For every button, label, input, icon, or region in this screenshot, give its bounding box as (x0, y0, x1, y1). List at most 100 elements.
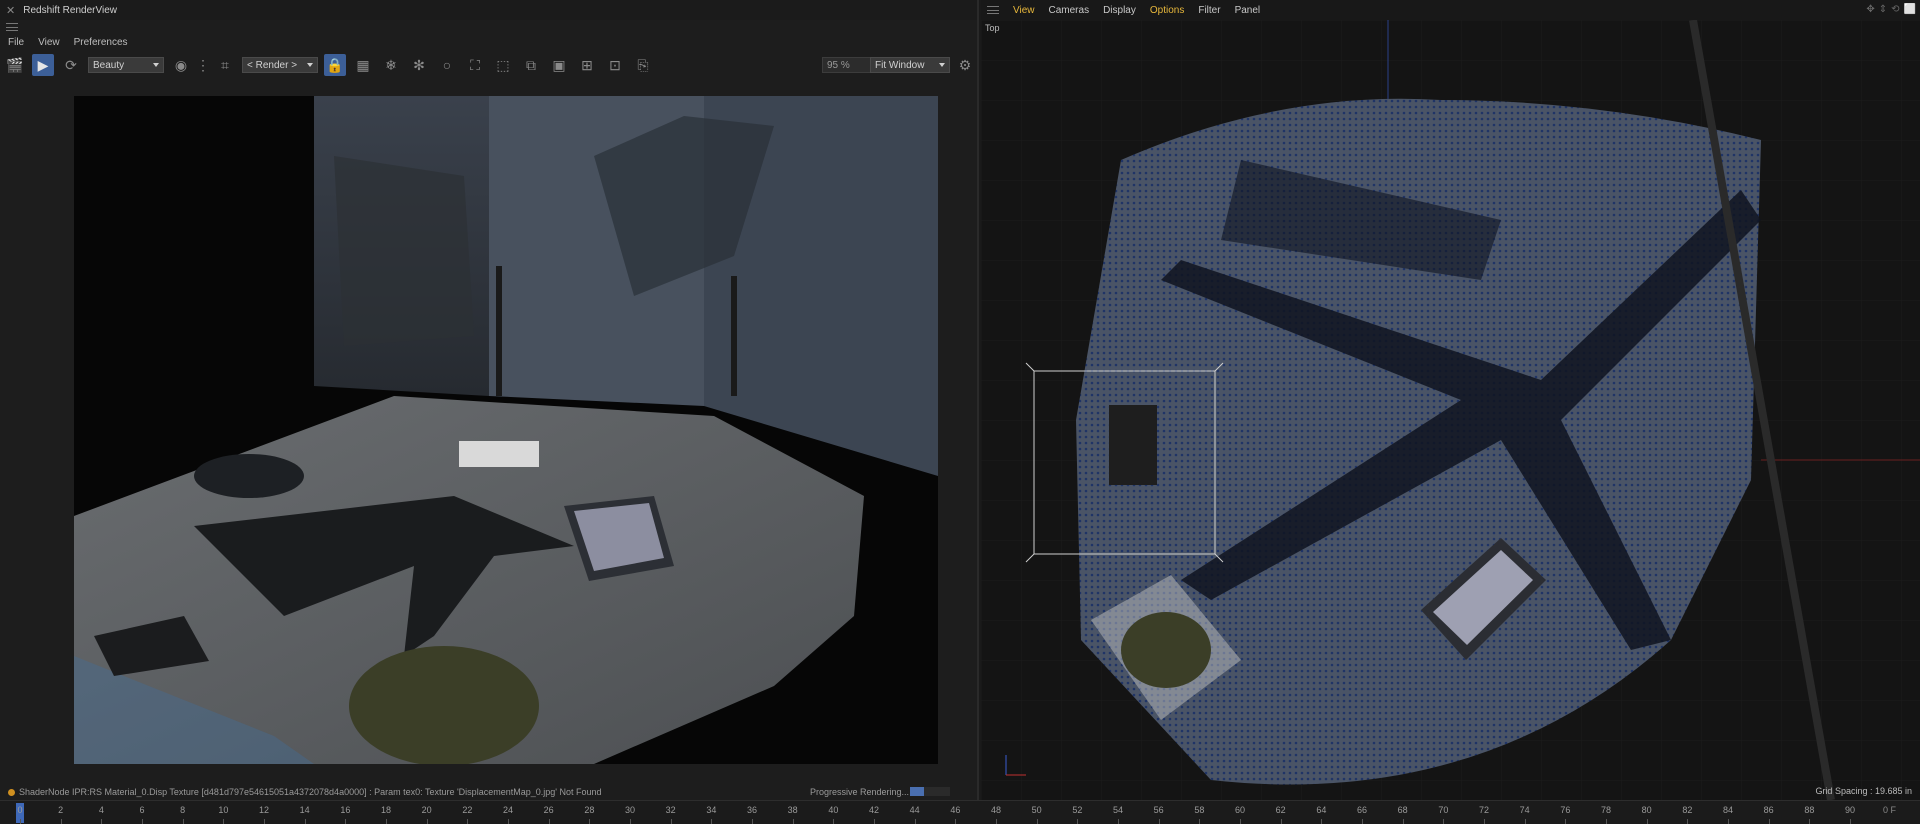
viewport-canvas[interactable] (981, 20, 1920, 800)
viewport-hamburger-icon[interactable] (987, 6, 999, 14)
snapshot-icon[interactable]: ▣ (548, 54, 570, 76)
clapperboard-icon[interactable]: 🎬 (4, 54, 26, 76)
timeline-tick-mark (1362, 819, 1363, 824)
circle-icon[interactable]: ○ (436, 54, 458, 76)
compare-icon[interactable]: ⧉ (520, 54, 542, 76)
status-message: ShaderNode IPR:RS Material_0.Disp Textur… (19, 787, 602, 797)
timeline-tick-mark (264, 819, 265, 824)
timeline-tick-mark (630, 819, 631, 824)
timeline-tick-label: 82 (1682, 805, 1693, 815)
timeline-tick-mark (1768, 819, 1770, 824)
fit-window-dropdown[interactable]: Fit Window (870, 57, 950, 73)
lock-icon[interactable]: 🔒 (324, 54, 346, 76)
progress-label: Progressive Rendering... (810, 787, 910, 797)
aov-dropdown[interactable]: Beauty (88, 57, 164, 73)
grid-icon[interactable]: ▦ (352, 54, 374, 76)
timeline-tick-mark (874, 819, 875, 824)
viewport-menu-options[interactable]: Options (1150, 5, 1184, 16)
timeline-tick-mark (101, 819, 103, 824)
timeline-tick-label: 20 (421, 805, 432, 815)
timeline-tick-label: 12 (258, 805, 270, 815)
timeline-tick-label: 14 (299, 805, 310, 815)
timeline-tick-mark (182, 819, 184, 824)
focus-frame-icon[interactable]: ⛶ (464, 54, 486, 76)
zoom-field[interactable]: 95 % (822, 57, 872, 73)
viewport-menu-display[interactable]: Display (1103, 5, 1136, 16)
viewport-menu-panel[interactable]: Panel (1235, 5, 1261, 16)
menu-preferences[interactable]: Preferences (74, 37, 128, 48)
timeline-tick-label: 50 (1031, 805, 1042, 815)
warning-dot-icon (8, 788, 15, 796)
timeline-tick-label: 8 (180, 805, 186, 815)
timeline-tick-mark (345, 819, 347, 824)
timeline-tick-label: 52 (1072, 805, 1083, 815)
timeline-tick-label: 36 (746, 805, 758, 815)
camera-dropdown[interactable]: < Render > (242, 57, 318, 73)
timeline-tick-mark (1565, 819, 1567, 824)
timeline-tick-label: 70 (1438, 805, 1449, 815)
timeline-tick-label: 90 (1844, 805, 1856, 815)
timeline-tick-mark (711, 819, 713, 824)
timeline-tick-label: 32 (665, 805, 676, 815)
hamburger-menu-icon[interactable] (6, 23, 18, 31)
timeline-tick-mark (20, 819, 21, 824)
timeline-tick-mark (1321, 819, 1323, 824)
timeline-tick-mark (792, 819, 794, 824)
menu-file[interactable]: File (8, 37, 24, 48)
menu-view[interactable]: View (38, 37, 60, 48)
copy-icon[interactable]: ⎘ (632, 54, 654, 76)
gear-icon[interactable]: ⚙ (954, 54, 976, 76)
close-icon[interactable]: ✕ (6, 4, 15, 17)
timeline-tick-label: 54 (1112, 805, 1124, 815)
window-title: Redshift RenderView (23, 4, 117, 16)
region-render-icon[interactable]: ⬚ (492, 54, 514, 76)
rotate-icon[interactable]: ⟲ (1891, 4, 1899, 15)
viewport-menu-cameras[interactable]: Cameras (1049, 5, 1090, 16)
fit-window-dropdown-value: Fit Window (875, 59, 925, 71)
camera-dropdown-value: < Render > (247, 59, 298, 71)
timeline-tick-label: 84 (1722, 805, 1734, 815)
timeline-tick-label: 0 (17, 805, 23, 815)
timeline-tick-mark (508, 819, 509, 824)
render-progress-bar (910, 787, 950, 796)
timeline-tick-mark (60, 819, 62, 824)
render-view-titlebar: ✕ Redshift RenderView (0, 0, 977, 20)
timeline-tick-label: 64 (1316, 805, 1327, 815)
save-snapshot-icon[interactable]: ⊡ (604, 54, 626, 76)
snowflake-icon[interactable]: ❄ (380, 54, 402, 76)
timeline-tick-mark (1809, 819, 1811, 824)
timeline[interactable]: 0 F 0 2 4 6 8 10 12 14 16 18 20 22 24 26 28 30 32 34 36 38 4… (0, 800, 1920, 824)
timeline-tick-label: 18 (380, 805, 392, 815)
crop-region-icon[interactable]: ⌗ (214, 54, 236, 76)
move-icon[interactable]: ✥ (1866, 4, 1874, 15)
timeline-tick-mark (467, 819, 469, 824)
add-snapshot-icon[interactable]: ⊞ (576, 54, 598, 76)
timeline-tick-label: 16 (340, 805, 351, 815)
timeline-tick-mark (142, 819, 143, 824)
timeline-tick-label: 26 (543, 805, 554, 815)
maximize-icon[interactable]: ⬜ (1904, 4, 1916, 15)
render-image[interactable] (74, 96, 938, 764)
timeline-tick-mark (914, 819, 916, 824)
snowflake-alt-icon[interactable]: ✻ (408, 54, 430, 76)
separator-grip-icon: ⋮ (196, 56, 210, 73)
chevron-down-icon (939, 63, 945, 67)
zoom-icon[interactable]: ⇕ (1879, 4, 1887, 15)
timeline-tick-label: 34 (706, 805, 717, 815)
timeline-tick-label: 88 (1804, 805, 1815, 815)
timeline-tick-label: 44 (909, 805, 920, 815)
render-progress-fill (910, 787, 924, 796)
viewport-menu-view[interactable]: View (1013, 5, 1035, 16)
timeline-tick-mark (589, 819, 591, 824)
timeline-tick-mark (1077, 819, 1079, 824)
timeline-tick-mark (1199, 819, 1201, 824)
timeline-tick-label: 4 (98, 805, 104, 815)
render-image-svg (74, 96, 938, 764)
timeline-tick-label: 60 (1234, 805, 1246, 815)
timeline-tick-mark (1402, 819, 1404, 824)
viewport-menu-filter[interactable]: Filter (1198, 5, 1220, 16)
refresh-icon[interactable]: ⟳ (60, 54, 82, 76)
ipr-play-button[interactable]: ▶ (32, 54, 54, 76)
rgb-channel-icon[interactable]: ◉ (170, 54, 192, 76)
timeline-tick-label: 42 (868, 805, 880, 815)
